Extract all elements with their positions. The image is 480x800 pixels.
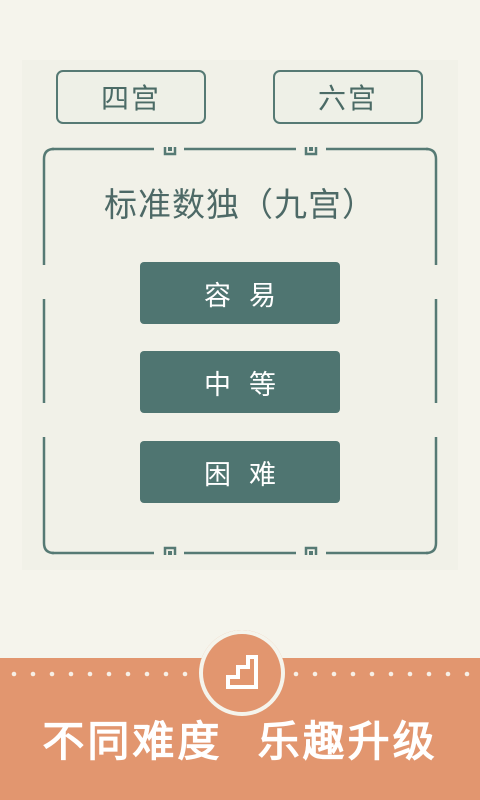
banner-slogan: 不同难度 乐趣升级 — [42, 717, 438, 766]
four-grid-button[interactable]: 四宫 — [56, 70, 206, 124]
level-up-badge — [199, 630, 285, 716]
hard-button[interactable]: 困难 — [140, 441, 340, 503]
medium-button[interactable]: 中等 — [140, 351, 340, 413]
easy-button[interactable]: 容易 — [140, 262, 340, 324]
stairs-icon — [226, 655, 258, 689]
six-grid-button[interactable]: 六宫 — [273, 70, 423, 124]
standard-sudoku-title: 标准数独（九宫） — [104, 185, 376, 224]
